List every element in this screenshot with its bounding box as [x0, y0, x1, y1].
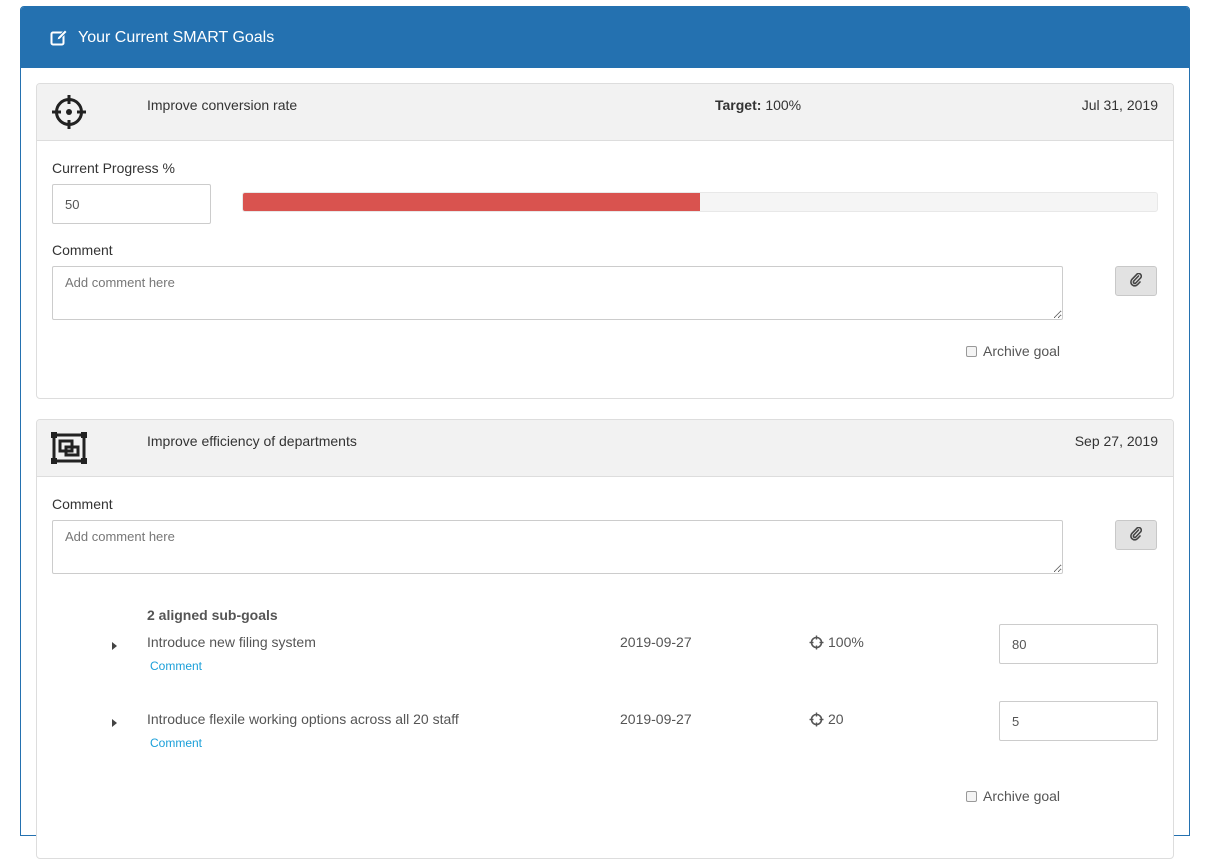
crosshair-icon	[809, 712, 824, 726]
goal-header: Improve efficiency of departments Sep 27…	[37, 420, 1173, 477]
checkbox-box[interactable]	[966, 345, 977, 357]
comment-label: Comment	[52, 242, 113, 258]
subgoal-target-value: 20	[828, 711, 844, 727]
panel-title: Your Current SMART Goals	[78, 28, 275, 46]
target-label: Target:	[715, 97, 762, 113]
crosshair-icon	[809, 635, 824, 649]
edit-icon	[50, 28, 68, 47]
hierarchy-icon	[51, 430, 87, 466]
attach-button[interactable]	[1115, 520, 1157, 550]
subgoal-comment-link[interactable]: Comment	[150, 736, 202, 750]
subgoal-target: 20	[809, 711, 844, 727]
subgoal-row: Introduce new filing system Comment 2019…	[37, 624, 1173, 694]
attach-button[interactable]	[1115, 266, 1157, 296]
goal-name: Improve conversion rate	[147, 97, 298, 113]
subgoal-comment-link[interactable]: Comment	[150, 659, 202, 673]
subgoal-name: Introduce new filing system	[147, 634, 316, 650]
progress-bar	[242, 192, 1158, 212]
subgoals-title: 2 aligned sub-goals	[147, 607, 278, 623]
subgoal-target-value: 100%	[828, 634, 864, 650]
goal-target: Target: 100%	[715, 97, 801, 113]
subgoal-progress-input[interactable]	[999, 624, 1158, 664]
archive-goal-label: Archive goal	[983, 788, 1061, 804]
archive-goal-checkbox[interactable]: Archive goal	[966, 788, 1060, 804]
smart-goals-panel: Your Current SMART Goals Improve convers…	[20, 6, 1190, 859]
goal-card-conversion: Improve conversion rate Target: 100% Jul…	[36, 83, 1174, 399]
expand-caret-icon[interactable]	[111, 715, 119, 727]
subgoal-target: 100%	[809, 634, 864, 650]
progress-bar-fill	[243, 193, 700, 211]
subgoal-date: 2019-09-27	[620, 634, 692, 650]
archive-goal-checkbox[interactable]: Archive goal	[966, 343, 1060, 359]
progress-label: Current Progress %	[52, 160, 175, 176]
goal-due-date: Jul 31, 2019	[1081, 97, 1158, 113]
goal-card-efficiency: Improve efficiency of departments Sep 27…	[36, 419, 1174, 859]
goal-header: Improve conversion rate Target: 100% Jul…	[37, 84, 1173, 141]
progress-input[interactable]	[52, 184, 211, 224]
comment-textarea[interactable]	[52, 266, 1063, 320]
paperclip-icon	[1130, 526, 1143, 544]
comment-label: Comment	[52, 496, 113, 512]
paperclip-icon	[1130, 272, 1143, 290]
checkbox-box[interactable]	[966, 790, 977, 802]
expand-caret-icon[interactable]	[111, 638, 119, 650]
target-value: 100%	[765, 97, 802, 113]
subgoal-row: Introduce flexile working options across…	[37, 701, 1173, 771]
comment-textarea[interactable]	[52, 520, 1063, 574]
crosshair-icon	[51, 94, 87, 130]
goal-name: Improve efficiency of departments	[147, 433, 357, 449]
subgoal-date: 2019-09-27	[620, 711, 692, 727]
subgoal-progress-input[interactable]	[999, 701, 1158, 741]
goal-due-date: Sep 27, 2019	[1074, 433, 1158, 449]
subgoal-name: Introduce flexile working options across…	[147, 711, 459, 727]
archive-goal-label: Archive goal	[983, 343, 1061, 359]
panel-heading: Your Current SMART Goals	[21, 7, 1189, 68]
